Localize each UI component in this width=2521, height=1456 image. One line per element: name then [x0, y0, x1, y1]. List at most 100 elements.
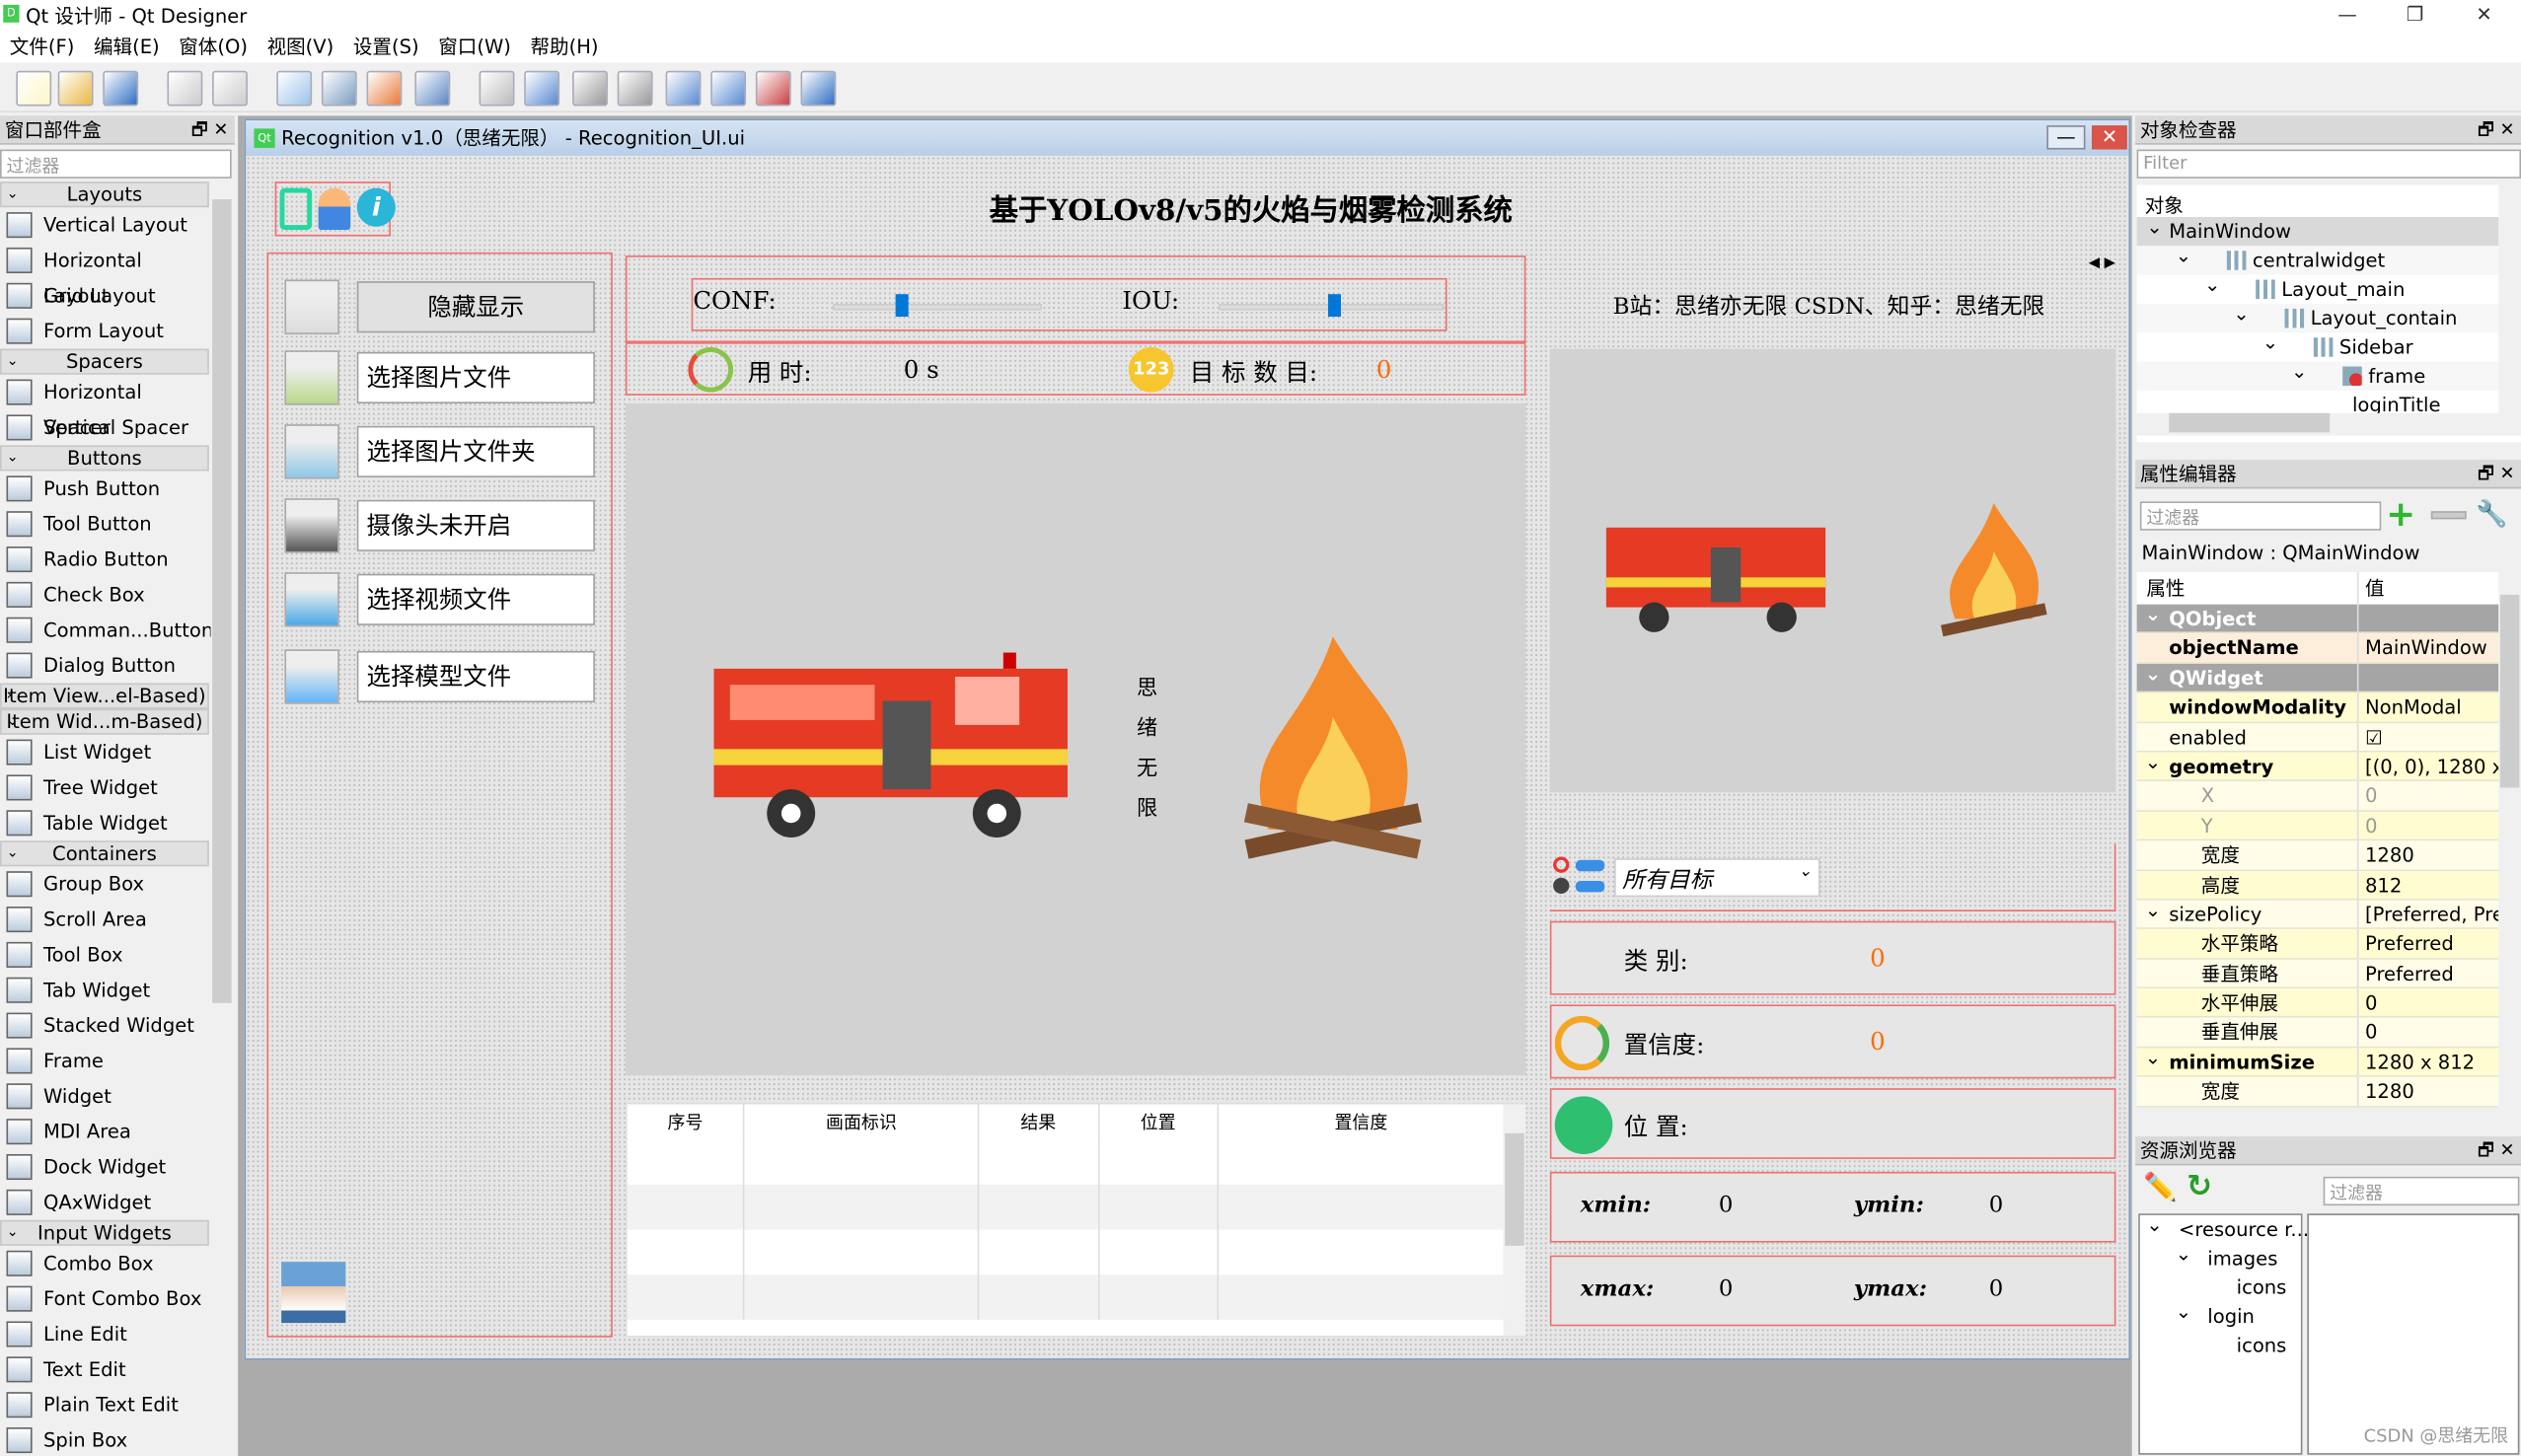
property-row[interactable]: 水平伸展 0 — [2136, 988, 2499, 1019]
sidebar-button[interactable]: 选择视频文件 — [356, 573, 595, 625]
widget-item[interactable]: Frame — [0, 1044, 209, 1079]
widget-item[interactable]: Vertical Layout — [0, 207, 209, 243]
chevron-down-icon[interactable]: ⌄ — [2176, 1239, 2191, 1268]
sidebar-button[interactable]: 选择模型文件 — [356, 650, 595, 703]
widget-item[interactable]: Horizontal Layout — [0, 243, 209, 307]
dock-float-close-icons[interactable]: 🗗 ✕ — [2478, 1136, 2515, 1165]
property-row[interactable]: ⌄sizePolicy[Preferred, Pre... — [2136, 899, 2499, 930]
table-row[interactable] — [627, 1229, 1506, 1275]
widget-item[interactable]: Tab Widget — [0, 973, 209, 1008]
property-value[interactable]: 0 — [2358, 988, 2498, 1016]
property-value[interactable]: [(0, 0), 1280 x ... — [2358, 753, 2498, 780]
chevron-down-icon[interactable]: ⌄ — [2145, 748, 2161, 776]
close-button[interactable]: ✕ — [2452, 0, 2516, 29]
widget-item[interactable]: Comman...Button — [0, 613, 213, 648]
property-row[interactable]: ⌄ geometry [(0, 0), 1280 x ... — [2136, 751, 2499, 782]
adjust-size-icon[interactable] — [800, 70, 837, 107]
widget-category[interactable]: ⌄ Spacers — [0, 348, 209, 375]
sidebar-button[interactable]: 隐藏显示 — [356, 281, 595, 333]
menu-item[interactable]: 窗口(W) — [428, 29, 520, 62]
widget-category[interactable]: ⌄ Item Wid...m-Based) — [0, 708, 209, 735]
menu-icon[interactable] — [284, 279, 339, 334]
maximize-button[interactable]: ❐ — [2383, 0, 2447, 29]
property-vscroll[interactable] — [2498, 572, 2521, 1103]
layout-vertical-icon[interactable] — [524, 70, 560, 107]
tab-scroll-arrows[interactable]: ◀ ▶ — [2089, 255, 2115, 271]
property-row[interactable]: objectName MainWindow — [2136, 633, 2499, 664]
sidebar-button[interactable]: 选择图片文件夹 — [356, 425, 595, 477]
widget-item[interactable]: Grid Layout — [0, 278, 209, 314]
widget-item[interactable]: Form Layout — [0, 314, 209, 349]
menu-item[interactable]: 帮助(H) — [521, 29, 609, 62]
widget-item[interactable]: Group Box — [0, 866, 209, 902]
menu-item[interactable]: 视图(V) — [258, 29, 343, 62]
camera-icon[interactable] — [284, 498, 339, 553]
property-value[interactable]: 0 — [2358, 1018, 2498, 1046]
column-header[interactable]: 位置 — [1097, 1104, 1220, 1140]
object-tree-item[interactable]: ⌄ centralwidget — [2136, 245, 2499, 275]
property-value[interactable]: 0 — [2358, 781, 2498, 809]
property-row[interactable]: enabled ☑ — [2136, 722, 2499, 753]
property-value[interactable]: 1280 — [2358, 1077, 2498, 1105]
user-icon[interactable] — [318, 187, 351, 231]
sidebar-button[interactable]: 摄像头未开启 — [356, 499, 595, 551]
widget-category[interactable]: ⌄ Layouts — [0, 182, 209, 208]
edit-tab-order-icon[interactable] — [414, 70, 451, 107]
edit-buddies-icon[interactable] — [366, 70, 403, 107]
widget-item[interactable]: Font Combo Box — [0, 1281, 209, 1317]
chevron-down-icon[interactable]: ⌄ — [2145, 600, 2161, 628]
widget-item[interactable]: Push Button — [0, 471, 209, 506]
dock-float-close-icons[interactable]: 🗗 ✕ — [2478, 115, 2515, 144]
model-icon[interactable] — [284, 649, 339, 704]
form-minimize-button[interactable]: — — [2046, 125, 2086, 150]
property-row[interactable]: 高度 812 — [2136, 870, 2499, 901]
wrench-icon[interactable]: 🔧 — [2476, 498, 2507, 529]
table-row[interactable] — [627, 1139, 1506, 1185]
property-row[interactable]: 宽度 1280 — [2136, 1077, 2499, 1108]
widget-item[interactable]: Widget — [0, 1078, 209, 1114]
chevron-down-icon[interactable]: ⌄ — [2145, 895, 2161, 923]
property-row[interactable]: X0 — [2136, 781, 2499, 812]
column-header[interactable]: 序号 — [627, 1104, 746, 1140]
property-value[interactable]: ☑ — [2358, 723, 2498, 751]
widget-item[interactable]: Horizontal Spacer — [0, 375, 209, 439]
widget-item[interactable]: Plain Text Edit — [0, 1387, 209, 1422]
resource-tree-item[interactable]: icons — [2139, 1273, 2301, 1302]
layout-grid-icon[interactable] — [665, 70, 702, 107]
widget-item[interactable]: MDI Area — [0, 1114, 209, 1149]
paste-icon[interactable] — [212, 70, 248, 107]
chevron-down-icon[interactable]: ⌄ — [2262, 328, 2278, 356]
object-tree-item[interactable]: ⌄ Layout_contain — [2136, 302, 2499, 333]
menu-item[interactable]: 设置(S) — [343, 29, 428, 62]
resource-filter-input[interactable]: 过滤器 — [2323, 1176, 2520, 1206]
property-row[interactable]: ⌄ QWidget — [2136, 662, 2499, 693]
chevron-down-icon[interactable]: ⌄ — [2291, 357, 2307, 386]
widget-item[interactable]: Scroll Area — [0, 902, 209, 937]
object-tree-item[interactable]: ⌄ frame — [2136, 360, 2499, 391]
conf-slider[interactable] — [833, 303, 1042, 311]
property-row[interactable]: 垂直伸展 0 — [2136, 1018, 2499, 1049]
resource-tree-item[interactable]: ⌄ <resource r... — [2139, 1213, 2309, 1245]
menu-item[interactable]: 编辑(E) — [84, 29, 169, 62]
widget-item[interactable]: Stacked Widget — [0, 1008, 209, 1044]
menu-item[interactable]: 文件(F) — [0, 29, 84, 62]
widget-item[interactable]: Table Widget — [0, 805, 209, 840]
dock-float-close-icons[interactable]: 🗗 ✕ — [2478, 460, 2515, 488]
chevron-down-icon[interactable]: ⌄ — [2176, 241, 2191, 269]
column-header[interactable]: 结果 — [978, 1104, 1099, 1140]
edit-resources-button[interactable]: ✏️ — [2143, 1172, 2177, 1204]
property-row[interactable]: 宽度 1280 — [2136, 840, 2499, 871]
chevron-down-icon[interactable]: ⌄ — [2146, 212, 2162, 241]
widget-category[interactable]: › Item View...el-Based) — [0, 683, 209, 709]
remove-property-button[interactable] — [2430, 511, 2467, 520]
menu-item[interactable]: 窗体(O) — [169, 29, 257, 62]
property-value[interactable]: NonModal — [2358, 693, 2498, 721]
reload-resources-button[interactable]: ↻ — [2187, 1169, 2212, 1204]
widget-item[interactable]: Vertical Spacer — [0, 410, 209, 446]
video-icon[interactable] — [284, 572, 339, 627]
edit-widgets-icon[interactable] — [276, 70, 313, 107]
image-icon[interactable] — [284, 350, 339, 405]
widget-item[interactable]: Check Box — [0, 577, 209, 613]
widget-item[interactable]: Tree Widget — [0, 770, 209, 806]
object-tree-item[interactable]: ⌄ Sidebar — [2137, 331, 2499, 361]
